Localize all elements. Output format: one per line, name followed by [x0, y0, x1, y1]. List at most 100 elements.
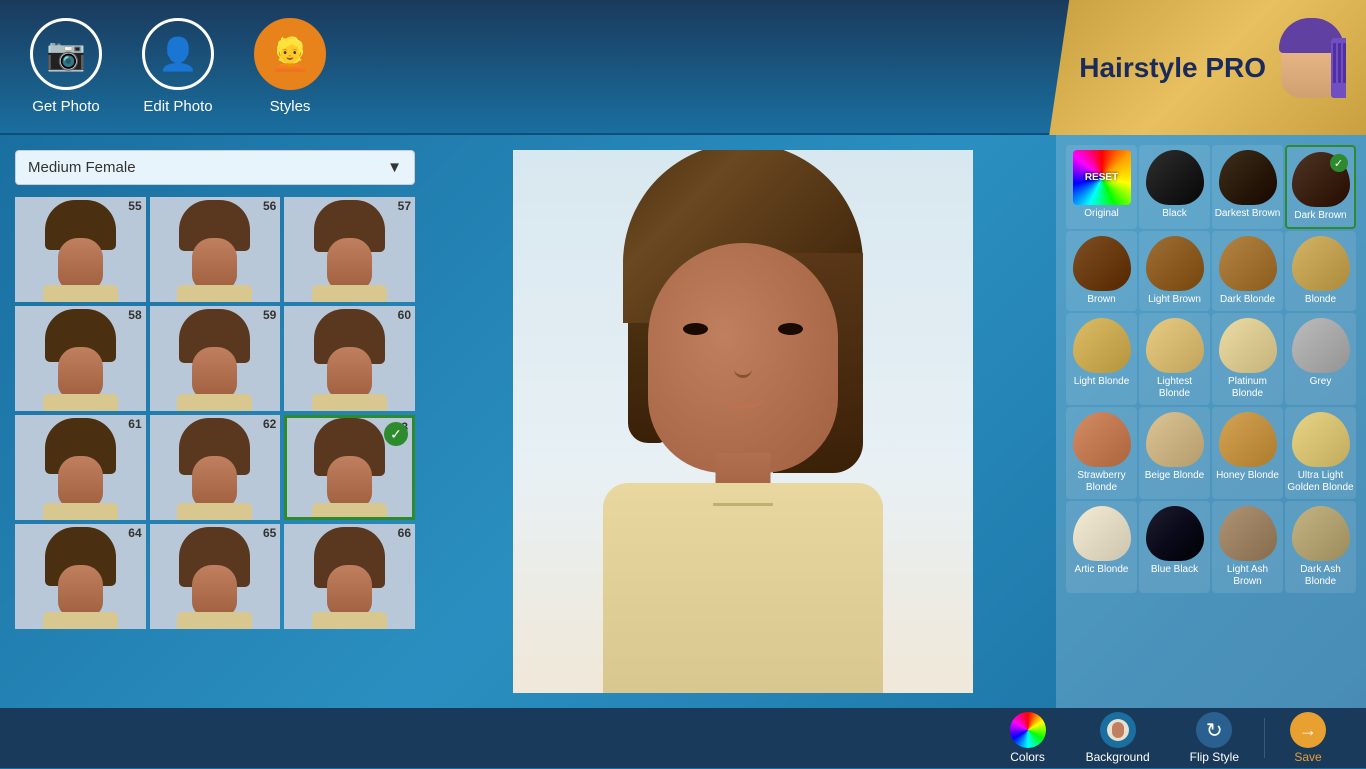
- style-thumbnail: [150, 415, 281, 520]
- color-cell-artic-blonde[interactable]: Artic Blonde: [1066, 501, 1137, 593]
- color-label-dark-brown: Dark Brown: [1294, 210, 1346, 222]
- style-cell[interactable]: 59: [150, 306, 281, 411]
- color-swatch-dark-ash-blonde: [1292, 506, 1350, 561]
- style-number: 58: [128, 308, 141, 322]
- color-selected-check: ✓: [1330, 154, 1348, 172]
- toolbar-divider: [1264, 718, 1265, 758]
- color-swatch-blonde: [1292, 236, 1350, 291]
- color-swatch-blue-black: [1146, 506, 1204, 561]
- style-number: 59: [263, 308, 276, 322]
- colors-label: Colors: [1010, 750, 1045, 764]
- color-cell-darkest-brown[interactable]: Darkest Brown: [1212, 145, 1283, 229]
- style-thumbnail: [15, 524, 146, 629]
- color-cell-light-brown[interactable]: Light Brown: [1139, 231, 1210, 311]
- style-thumbnail: [150, 524, 281, 629]
- color-cell-dark-ash-blonde[interactable]: Dark Ash Blonde: [1285, 501, 1356, 593]
- nav-item-get-photo[interactable]: 📷 Get Photo: [30, 18, 102, 115]
- style-cell[interactable]: 58: [15, 306, 146, 411]
- color-swatch-honey-blonde: [1219, 412, 1277, 467]
- style-cell[interactable]: 62: [150, 415, 281, 520]
- colors-icon: [1010, 712, 1046, 748]
- color-cell-reset[interactable]: RESETOriginal: [1066, 145, 1137, 229]
- nav-icon-edit-photo: 👤: [142, 18, 214, 90]
- color-label-dark-ash-blonde: Dark Ash Blonde: [1287, 564, 1354, 588]
- photo-display: [513, 150, 973, 693]
- color-label-light-ash-brown: Light Ash Brown: [1214, 564, 1281, 588]
- color-swatch-brown: [1073, 236, 1131, 291]
- background-icon: [1100, 712, 1136, 748]
- style-cell[interactable]: 57: [284, 197, 415, 302]
- toolbar-colors[interactable]: Colors: [990, 707, 1066, 769]
- photo-preview-panel: [430, 135, 1056, 708]
- color-cell-black[interactable]: Black: [1139, 145, 1210, 229]
- style-cell[interactable]: 63✓: [284, 415, 415, 520]
- color-label-blue-black: Blue Black: [1151, 564, 1198, 576]
- style-number: 55: [128, 199, 141, 213]
- style-grid: 55 56 57 58 59 60 61 6263✓ 64 6566: [15, 197, 415, 629]
- color-label-black: Black: [1162, 208, 1186, 220]
- style-number: 57: [398, 199, 411, 213]
- style-thumbnail: [15, 415, 146, 520]
- toolbar-background[interactable]: Background: [1066, 707, 1170, 769]
- color-cell-light-ash-brown[interactable]: Light Ash Brown: [1212, 501, 1283, 593]
- color-label-strawberry-blonde: Strawberry Blonde: [1068, 470, 1135, 494]
- color-label-light-blonde: Light Blonde: [1074, 376, 1130, 388]
- color-cell-platinum-blonde[interactable]: Platinum Blonde: [1212, 313, 1283, 405]
- color-swatch-grey: [1292, 318, 1350, 373]
- color-cell-dark-blonde[interactable]: Dark Blonde: [1212, 231, 1283, 311]
- style-thumbnail: [284, 524, 415, 629]
- toolbar-save[interactable]: → Save: [1270, 707, 1346, 769]
- save-label: Save: [1294, 750, 1321, 764]
- color-cell-strawberry-blonde[interactable]: Strawberry Blonde: [1066, 407, 1137, 499]
- photo-frame: [513, 150, 973, 693]
- nav-label-edit-photo: Edit Photo: [143, 98, 212, 115]
- style-number: 61: [128, 417, 141, 431]
- color-cell-blue-black[interactable]: Blue Black: [1139, 501, 1210, 593]
- nav-label-styles: Styles: [270, 98, 311, 115]
- nav-icon-get-photo: 📷: [30, 18, 102, 90]
- color-swatch-ultra-light-golden-blonde: [1292, 412, 1350, 467]
- style-cell[interactable]: 60: [284, 306, 415, 411]
- category-dropdown-wrap[interactable]: Medium Female ▼: [15, 150, 415, 185]
- color-cell-honey-blonde[interactable]: Honey Blonde: [1212, 407, 1283, 499]
- color-cell-ultra-light-golden-blonde[interactable]: Ultra Light Golden Blonde: [1285, 407, 1356, 499]
- color-cell-lightest-blonde[interactable]: Lightest Blonde: [1139, 313, 1210, 405]
- style-cell[interactable]: 56: [150, 197, 281, 302]
- color-cell-grey[interactable]: Grey: [1285, 313, 1356, 405]
- color-swatch-lightest-blonde: [1146, 318, 1204, 373]
- color-panel: RESETOriginal Black Darkest Brown ✓ Dark Bro…: [1056, 135, 1366, 708]
- nav-label-get-photo: Get Photo: [32, 98, 100, 115]
- style-number: 64: [128, 526, 141, 540]
- color-cell-blonde[interactable]: Blonde: [1285, 231, 1356, 311]
- style-thumbnail: [284, 197, 415, 302]
- style-cell[interactable]: 55: [15, 197, 146, 302]
- nav-item-edit-photo[interactable]: 👤 Edit Photo: [142, 18, 214, 115]
- color-swatch-light-brown: [1146, 236, 1204, 291]
- style-cell[interactable]: 65: [150, 524, 281, 629]
- style-cell[interactable]: 66: [284, 524, 415, 629]
- category-dropdown[interactable]: Medium Female ▼: [15, 150, 415, 185]
- toolbar-flip-style[interactable]: ↻ Flip Style: [1170, 707, 1259, 769]
- style-thumbnail: [150, 306, 281, 411]
- color-swatch-artic-blonde: [1073, 506, 1131, 561]
- color-label-reset: Original: [1084, 208, 1118, 220]
- style-thumbnail: [15, 306, 146, 411]
- color-cell-beige-blonde[interactable]: Beige Blonde: [1139, 407, 1210, 499]
- color-label-artic-blonde: Artic Blonde: [1075, 564, 1129, 576]
- style-cell[interactable]: 64: [15, 524, 146, 629]
- color-cell-light-blonde[interactable]: Light Blonde: [1066, 313, 1137, 405]
- style-cell[interactable]: 61: [15, 415, 146, 520]
- model-body: [603, 483, 883, 693]
- color-label-dark-blonde: Dark Blonde: [1220, 294, 1275, 306]
- style-selected-check: ✓: [384, 422, 408, 446]
- color-cell-dark-brown[interactable]: ✓ Dark Brown: [1285, 145, 1356, 229]
- toolbar: Colors Background ↻ Flip Style → Save: [0, 708, 1366, 768]
- nav-item-styles[interactable]: 👱 Styles: [254, 18, 326, 115]
- nav-icon-styles: 👱: [254, 18, 326, 90]
- style-thumbnail: [15, 197, 146, 302]
- color-swatch-dark-blonde: [1219, 236, 1277, 291]
- model-figure: [583, 150, 903, 693]
- color-cell-brown[interactable]: Brown: [1066, 231, 1137, 311]
- style-number: 56: [263, 199, 276, 213]
- color-swatch-light-ash-brown: [1219, 506, 1277, 561]
